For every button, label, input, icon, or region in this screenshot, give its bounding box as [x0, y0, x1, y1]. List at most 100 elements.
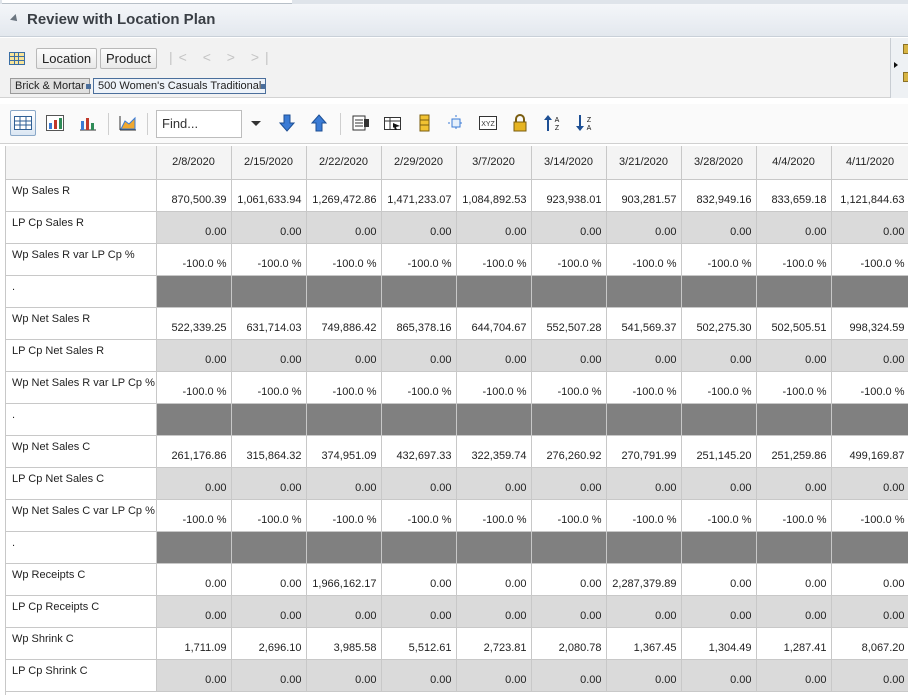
value-cell[interactable]: 2,080.78: [531, 627, 607, 660]
column-header-date[interactable]: 4/4/2020: [756, 146, 832, 180]
value-cell[interactable]: 0.00: [831, 211, 908, 244]
value-cell[interactable]: 0.00: [681, 659, 757, 692]
value-cell[interactable]: 0.00: [531, 211, 607, 244]
value-cell[interactable]: 261,176.86: [156, 435, 232, 468]
value-cell[interactable]: 0.00: [306, 659, 382, 692]
value-cell[interactable]: 0.00: [606, 659, 682, 692]
value-cell[interactable]: -100.0 %: [381, 243, 457, 276]
value-cell[interactable]: 502,275.30: [681, 307, 757, 340]
value-cell[interactable]: 2,287,379.89: [606, 563, 682, 596]
value-cell[interactable]: 0.00: [306, 467, 382, 500]
row-label[interactable]: .: [6, 403, 157, 436]
value-cell[interactable]: 0.00: [231, 563, 307, 596]
row-label[interactable]: Wp Sales R: [6, 179, 157, 212]
column-header-date[interactable]: 2/15/2020: [231, 146, 307, 180]
value-cell[interactable]: 1,269,472.86: [306, 179, 382, 212]
value-cell[interactable]: 832,949.16: [681, 179, 757, 212]
row-label[interactable]: .: [6, 275, 157, 308]
value-cell[interactable]: 0.00: [381, 339, 457, 372]
row-label[interactable]: LP Cp Net Sales C: [6, 467, 157, 500]
value-cell[interactable]: 0.00: [456, 563, 532, 596]
value-cell[interactable]: -100.0 %: [831, 371, 908, 404]
value-cell[interactable]: 0.00: [756, 467, 832, 500]
location-dimension-button[interactable]: Location: [36, 48, 98, 69]
value-cell[interactable]: 0.00: [681, 563, 757, 596]
data-grid[interactable]: 2/8/2020 2/15/2020 2/22/2020 2/29/2020 3…: [5, 146, 908, 695]
value-cell[interactable]: 0.00: [756, 595, 832, 628]
split-view-button[interactable]: [443, 110, 469, 136]
value-cell[interactable]: 1,367.45: [606, 627, 682, 660]
value-cell[interactable]: 0.00: [156, 339, 232, 372]
value-cell[interactable]: -100.0 %: [756, 243, 832, 276]
column-header-date[interactable]: 3/21/2020: [606, 146, 682, 180]
lock-button[interactable]: [507, 110, 533, 136]
filter-chip-channel[interactable]: Brick & Mortar: [10, 78, 90, 94]
value-cell[interactable]: 0.00: [381, 595, 457, 628]
chart-grid-view-button[interactable]: [42, 110, 68, 136]
value-cell[interactable]: 0.00: [156, 467, 232, 500]
value-cell[interactable]: -100.0 %: [531, 499, 607, 532]
value-cell[interactable]: -100.0 %: [456, 243, 532, 276]
value-cell[interactable]: 251,145.20: [681, 435, 757, 468]
value-cell[interactable]: 923,938.01: [531, 179, 607, 212]
value-cell[interactable]: 1,966,162.17: [306, 563, 382, 596]
column-header-date[interactable]: 4/11/2020: [831, 146, 908, 180]
value-cell[interactable]: 0.00: [531, 467, 607, 500]
value-cell[interactable]: 522,339.25: [156, 307, 232, 340]
highlight-button[interactable]: [412, 110, 438, 136]
value-cell[interactable]: 0.00: [381, 659, 457, 692]
value-cell[interactable]: 0.00: [531, 563, 607, 596]
sort-descending-button[interactable]: ZA: [572, 110, 598, 136]
value-cell[interactable]: -100.0 %: [231, 243, 307, 276]
panel-header[interactable]: Review with Location Plan: [0, 4, 908, 37]
column-header-date[interactable]: 3/14/2020: [531, 146, 607, 180]
value-cell[interactable]: 3,985.58: [306, 627, 382, 660]
value-cell[interactable]: 0.00: [156, 563, 232, 596]
value-cell[interactable]: 1,287.41: [756, 627, 832, 660]
value-cell[interactable]: 1,061,633.94: [231, 179, 307, 212]
value-cell[interactable]: 0.00: [756, 339, 832, 372]
value-cell[interactable]: -100.0 %: [156, 243, 232, 276]
find-next-button[interactable]: [274, 110, 300, 136]
value-cell[interactable]: 552,507.28: [531, 307, 607, 340]
value-cell[interactable]: -100.0 %: [381, 371, 457, 404]
row-label[interactable]: Wp Sales R var LP Cp %: [6, 243, 157, 276]
value-cell[interactable]: 0.00: [831, 595, 908, 628]
value-cell[interactable]: -100.0 %: [606, 243, 682, 276]
value-cell[interactable]: 0.00: [306, 211, 382, 244]
value-cell[interactable]: 0.00: [231, 659, 307, 692]
value-cell[interactable]: 0.00: [606, 595, 682, 628]
value-cell[interactable]: 5,512.61: [381, 627, 457, 660]
value-cell[interactable]: 251,259.86: [756, 435, 832, 468]
value-cell[interactable]: 0.00: [306, 595, 382, 628]
value-cell[interactable]: 0.00: [681, 339, 757, 372]
filter-chip-department[interactable]: 500 Women's Casuals Traditional: [93, 78, 267, 94]
value-cell[interactable]: -100.0 %: [306, 371, 382, 404]
product-dimension-button[interactable]: Product: [100, 48, 157, 69]
value-cell[interactable]: 0.00: [831, 339, 908, 372]
value-cell[interactable]: 0.00: [531, 659, 607, 692]
value-cell[interactable]: 0.00: [231, 211, 307, 244]
label-format-button[interactable]: XYZ: [475, 110, 501, 136]
value-cell[interactable]: 432,697.33: [381, 435, 457, 468]
value-cell[interactable]: -100.0 %: [606, 499, 682, 532]
document-icon[interactable]: [903, 72, 908, 82]
value-cell[interactable]: 1,471,233.07: [381, 179, 457, 212]
sort-ascending-button[interactable]: AZ: [540, 110, 566, 136]
value-cell[interactable]: 0.00: [831, 563, 908, 596]
value-cell[interactable]: 0.00: [231, 467, 307, 500]
value-cell[interactable]: 0.00: [681, 595, 757, 628]
find-dropdown-icon[interactable]: [251, 121, 261, 126]
value-cell[interactable]: 276,260.92: [531, 435, 607, 468]
value-cell[interactable]: 0.00: [381, 211, 457, 244]
value-cell[interactable]: 865,378.16: [381, 307, 457, 340]
grid-view-button[interactable]: [10, 110, 36, 136]
column-header-date[interactable]: 2/22/2020: [306, 146, 382, 180]
value-cell[interactable]: 1,121,844.63: [831, 179, 908, 212]
find-previous-button[interactable]: [306, 110, 332, 136]
row-label[interactable]: Wp Shrink C: [6, 627, 157, 660]
value-cell[interactable]: -100.0 %: [456, 499, 532, 532]
row-label[interactable]: Wp Net Sales R: [6, 307, 157, 340]
document-icon[interactable]: [903, 44, 908, 54]
value-cell[interactable]: 833,659.18: [756, 179, 832, 212]
